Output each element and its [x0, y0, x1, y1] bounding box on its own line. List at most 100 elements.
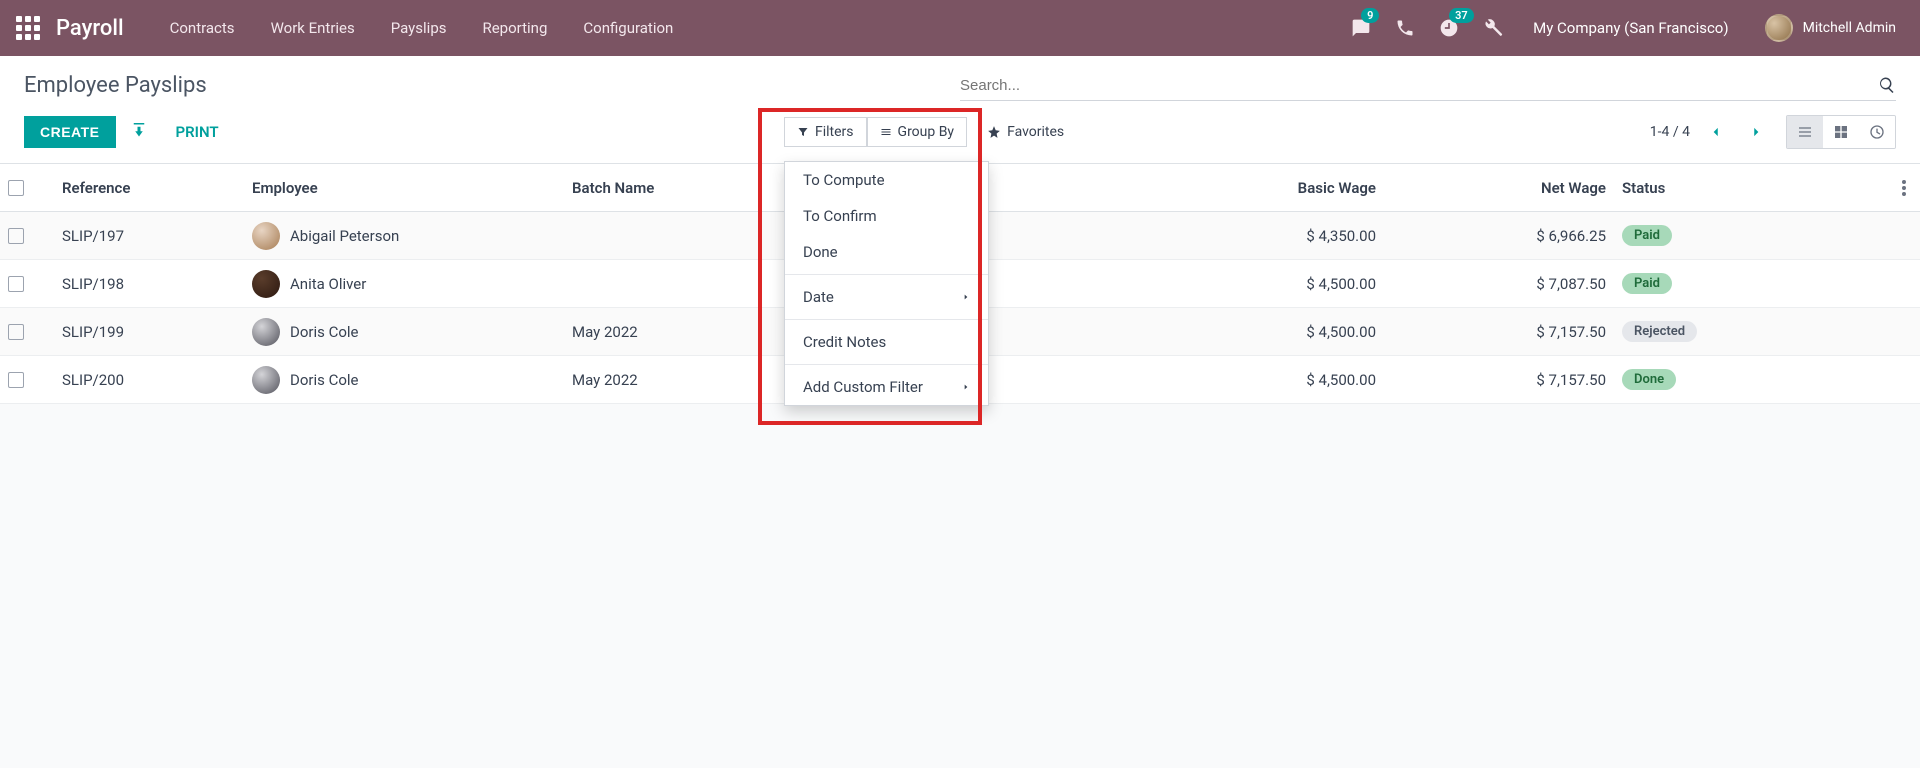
col-batch[interactable]: Batch Name: [564, 179, 784, 197]
filter-done[interactable]: Done: [785, 234, 988, 270]
messages-icon[interactable]: 9: [1339, 0, 1383, 56]
col-employee[interactable]: Employee: [244, 179, 564, 197]
apps-icon[interactable]: [16, 16, 40, 40]
cell-net-wage: $ 7,087.50: [1384, 275, 1614, 293]
user-menu[interactable]: Mitchell Admin: [1747, 14, 1904, 42]
cell-batch: May 2022: [564, 371, 784, 389]
pager: 1-4 / 4: [1650, 118, 1770, 146]
column-options[interactable]: [1894, 180, 1920, 196]
cell-status: Done: [1614, 369, 1774, 390]
filters-dropdown: To Compute To Confirm Done Date Credit N…: [784, 161, 989, 406]
cell-basic-wage: $ 4,500.00: [1124, 323, 1384, 341]
menu-reporting[interactable]: Reporting: [464, 19, 565, 37]
company-selector[interactable]: My Company (San Francisco): [1515, 19, 1746, 37]
cell-status: Paid: [1614, 273, 1774, 294]
clock-icon: [1869, 124, 1885, 140]
messages-badge: 9: [1361, 8, 1379, 23]
status-badge: Rejected: [1622, 321, 1697, 342]
phone-icon[interactable]: [1383, 0, 1427, 56]
groupby-button[interactable]: Group By: [867, 117, 968, 147]
filter-add-custom[interactable]: Add Custom Filter: [785, 369, 988, 405]
cell-reference: SLIP/197: [54, 227, 244, 245]
employee-avatar-icon: [252, 366, 280, 394]
cell-net-wage: $ 7,157.50: [1384, 323, 1614, 341]
search-wrap: [960, 70, 1896, 101]
user-name: Mitchell Admin: [1803, 20, 1896, 36]
view-list[interactable]: [1787, 116, 1823, 148]
filters-button[interactable]: Filters: [784, 117, 867, 147]
cell-reference: SLIP/199: [54, 323, 244, 341]
cell-basic-wage: $ 4,500.00: [1124, 371, 1384, 389]
filter-date[interactable]: Date: [785, 279, 988, 315]
cell-status: Rejected: [1614, 321, 1774, 342]
search-input[interactable]: [960, 77, 1878, 94]
employee-avatar-icon: [252, 270, 280, 298]
control-bar: Employee Payslips CREATE PRINT Filters T…: [0, 56, 1920, 164]
download-button[interactable]: [116, 117, 162, 147]
cell-net-wage: $ 6,966.25: [1384, 227, 1614, 245]
col-status[interactable]: Status: [1614, 179, 1774, 197]
filters-label: Filters: [815, 124, 854, 140]
cell-net-wage: $ 7,157.50: [1384, 371, 1614, 389]
favorites-button[interactable]: Favorites: [987, 124, 1064, 140]
create-button[interactable]: CREATE: [24, 116, 116, 148]
col-net-wage[interactable]: Net Wage: [1384, 179, 1614, 197]
menu-configuration[interactable]: Configuration: [565, 19, 691, 37]
cell-basic-wage: $ 4,350.00: [1124, 227, 1384, 245]
menu-payslips[interactable]: Payslips: [373, 19, 465, 37]
app-brand[interactable]: Payroll: [56, 16, 124, 41]
view-switcher: [1786, 115, 1896, 149]
groupby-label: Group By: [898, 124, 955, 140]
pager-next[interactable]: [1742, 118, 1770, 146]
employee-avatar-icon: [252, 222, 280, 250]
employee-avatar-icon: [252, 318, 280, 346]
row-checkbox[interactable]: [8, 324, 24, 340]
cell-basic-wage: $ 4,500.00: [1124, 275, 1384, 293]
pager-prev[interactable]: [1702, 118, 1730, 146]
cell-batch: May 2022: [564, 323, 784, 341]
user-avatar-icon: [1765, 14, 1793, 42]
view-kanban[interactable]: [1823, 116, 1859, 148]
menu-work-entries[interactable]: Work Entries: [253, 19, 373, 37]
favorites-label: Favorites: [1007, 124, 1064, 140]
kanban-view-icon: [1833, 124, 1849, 140]
activities-badge: 37: [1449, 8, 1474, 23]
cell-reference: SLIP/198: [54, 275, 244, 293]
list-icon: [880, 126, 892, 138]
col-reference[interactable]: Reference: [54, 179, 244, 197]
filter-icon: [797, 126, 809, 138]
cell-employee: Doris Cole: [244, 366, 564, 394]
view-activity[interactable]: [1859, 116, 1895, 148]
chevron-left-icon: [1709, 125, 1723, 139]
cell-reference: SLIP/200: [54, 371, 244, 389]
search-icon[interactable]: [1878, 76, 1896, 94]
row-checkbox[interactable]: [8, 228, 24, 244]
row-checkbox[interactable]: [8, 276, 24, 292]
row-checkbox[interactable]: [8, 372, 24, 388]
page-title: Employee Payslips: [24, 73, 207, 98]
list-view-icon: [1797, 124, 1813, 140]
top-nav: Payroll Contracts Work Entries Payslips …: [0, 0, 1920, 56]
filter-credit-notes[interactable]: Credit Notes: [785, 324, 988, 360]
debug-icon[interactable]: [1471, 0, 1515, 56]
center-controls: Filters To Compute To Confirm Done Date …: [784, 117, 1064, 147]
status-badge: Paid: [1622, 225, 1672, 246]
cell-employee: Abigail Peterson: [244, 222, 564, 250]
cell-status: Paid: [1614, 225, 1774, 246]
star-icon: [987, 125, 1001, 139]
chevron-right-icon: [962, 293, 970, 301]
filter-to-confirm[interactable]: To Confirm: [785, 198, 988, 234]
menu-contracts[interactable]: Contracts: [152, 19, 253, 37]
cell-employee: Doris Cole: [244, 318, 564, 346]
print-button[interactable]: PRINT: [162, 117, 233, 147]
select-all-checkbox[interactable]: [8, 180, 24, 196]
filter-custom-label: Add Custom Filter: [803, 378, 923, 396]
chevron-right-icon: [1749, 125, 1763, 139]
status-badge: Paid: [1622, 273, 1672, 294]
chevron-right-icon: [962, 383, 970, 391]
activities-icon[interactable]: 37: [1427, 0, 1471, 56]
col-basic-wage[interactable]: Basic Wage: [1124, 179, 1384, 197]
cell-employee: Anita Oliver: [244, 270, 564, 298]
filter-to-compute[interactable]: To Compute: [785, 162, 988, 198]
filter-date-label: Date: [803, 288, 834, 306]
